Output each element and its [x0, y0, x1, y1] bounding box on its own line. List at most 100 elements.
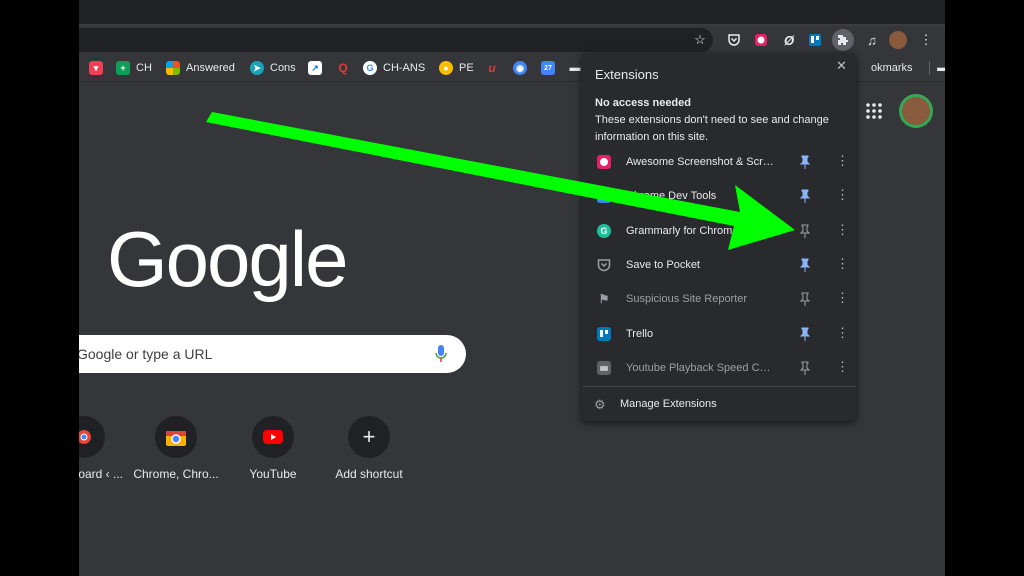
trello-toolbar-icon[interactable]: [806, 31, 824, 49]
bookmark-item[interactable]: ◉: [513, 60, 533, 76]
extension-row[interactable]: Youtube Playback Speed Con... ⋮: [582, 351, 856, 385]
more-options-icon[interactable]: ⋮: [836, 360, 849, 374]
shortcut-label: Add shortcut: [335, 467, 403, 481]
pin-icon[interactable]: [800, 155, 810, 169]
more-options-icon[interactable]: ⋮: [836, 223, 849, 237]
bookmark-item[interactable]: ↗: [308, 60, 328, 76]
more-options-icon[interactable]: ⋮: [836, 257, 849, 271]
grammarly-icon: G: [597, 224, 611, 238]
shortcut-tile[interactable]: YouTube: [228, 416, 318, 481]
manage-extensions-row[interactable]: ⚙ Manage Extensions: [582, 387, 856, 421]
search-box[interactable]: Google or type a URL: [79, 335, 466, 373]
more-options-icon[interactable]: ⋮: [836, 291, 849, 305]
bookmark-item[interactable]: Q: [336, 60, 356, 76]
pin-icon[interactable]: [800, 292, 810, 306]
shortcut-label: oard ‹ ...: [79, 467, 123, 481]
more-options-icon[interactable]: ⋮: [836, 154, 849, 168]
popup-title: Extensions: [595, 67, 659, 82]
media-controls-icon[interactable]: ♫: [863, 31, 881, 49]
toolbar: ☆ Ø ♫ ⋮: [79, 26, 945, 54]
gear-icon: ⚙: [594, 397, 606, 412]
pocket-toolbar-icon[interactable]: [725, 31, 743, 49]
devtools-toolbar-icon[interactable]: Ø: [780, 31, 798, 49]
extension-name: Trello: [626, 328, 654, 340]
profile-toolbar-avatar[interactable]: [889, 31, 907, 49]
pin-icon[interactable]: [800, 258, 810, 272]
other-bookmarks[interactable]: okmarks ▬: [871, 60, 945, 76]
menu-kebab-icon[interactable]: ⋮: [917, 31, 935, 49]
extension-name: Suspicious Site Reporter: [626, 293, 748, 305]
calendar-icon: 27: [541, 61, 555, 75]
chrome-icon: ◉: [513, 61, 527, 75]
extension-row[interactable]: Awesome Screenshot & Scre... ⋮: [582, 145, 856, 179]
access-heading: No access needed: [595, 97, 691, 109]
google-icon: G: [363, 61, 377, 75]
extension-name: Awesome Screenshot & Scre...: [626, 156, 776, 168]
awesome-screenshot-icon: [597, 155, 611, 169]
shortcut-label: YouTube: [249, 467, 297, 481]
microsoft-icon: [166, 61, 180, 75]
send-icon: ➤: [250, 61, 264, 75]
extension-name: Youtube Playback Speed Con...: [626, 362, 776, 374]
trello-icon: [597, 327, 611, 341]
bookmark-item[interactable]: ● PE: [439, 60, 474, 76]
pin-icon[interactable]: [800, 224, 810, 238]
awesome-screenshot-toolbar-icon[interactable]: [752, 31, 770, 49]
bookmark-item[interactable]: G CH-ANS: [363, 60, 425, 76]
microphone-icon[interactable]: [435, 345, 447, 363]
pocket-icon: [597, 258, 611, 272]
bookmark-item[interactable]: u: [485, 60, 505, 76]
address-bar[interactable]: [79, 28, 713, 52]
extension-row[interactable]: Save to Pocket ⋮: [582, 248, 856, 282]
bookmark-item[interactable]: Answered: [166, 60, 235, 76]
bookmark-item[interactable]: + CH: [116, 60, 152, 76]
extensions-popup: Extensions ✕ No access needed These exte…: [582, 53, 856, 421]
google-logo: Google: [107, 215, 349, 303]
youtube-icon: [252, 416, 294, 458]
access-description: These extensions don't need to see and c…: [595, 114, 829, 143]
tab-strip: [79, 0, 945, 24]
extension-row[interactable]: ⚑ Suspicious Site Reporter ⋮: [582, 282, 856, 316]
shortcut-label: Chrome, Chro...: [133, 467, 219, 481]
sheets-icon: +: [116, 61, 130, 75]
extension-row[interactable]: G Grammarly for Chrome ⋮: [582, 214, 856, 248]
badge-icon: ●: [439, 61, 453, 75]
bookmark-app-icon: ↗: [308, 61, 322, 75]
extension-name: Save to Pocket: [626, 259, 700, 271]
q-icon: Q: [338, 61, 348, 75]
flag-icon: ⚑: [598, 292, 610, 306]
folder-icon: ▬: [937, 62, 945, 74]
more-options-icon[interactable]: ⋮: [836, 326, 849, 340]
profile-avatar[interactable]: [899, 94, 933, 128]
bookmark-item[interactable]: ▾: [89, 60, 109, 76]
search-input[interactable]: Google or type a URL: [79, 346, 212, 362]
screenshot-frame: ☆ Ø ♫ ⋮ ▾ + CH Answered ➤ Cons ↗ Q G CH-…: [0, 0, 1024, 576]
u-icon: u: [488, 61, 496, 75]
chrome-shortcut-icon: [79, 416, 105, 458]
google-apps-grid-icon[interactable]: [865, 102, 883, 120]
shortcut-tile[interactable]: oard ‹ ...: [79, 416, 129, 481]
bookmarks-divider: [928, 61, 930, 75]
folder-icon: ▬: [569, 62, 581, 74]
more-options-icon[interactable]: ⋮: [836, 188, 849, 202]
pin-icon[interactable]: [800, 327, 810, 341]
bookmark-item[interactable]: ➤ Cons: [250, 60, 296, 76]
extension-row[interactable]: Chrome Dev Tools ⋮: [582, 179, 856, 213]
manage-extensions-label: Manage Extensions: [620, 398, 717, 410]
extension-name: Grammarly for Chrome: [626, 225, 739, 237]
extensions-puzzle-icon[interactable]: [832, 29, 854, 51]
pin-icon[interactable]: [800, 189, 810, 203]
youtube-speed-icon: [597, 361, 611, 375]
devtools-icon: [597, 189, 611, 203]
bookmark-item[interactable]: 27: [541, 60, 561, 76]
add-shortcut-tile[interactable]: + Add shortcut: [324, 416, 414, 481]
pocket-icon: ▾: [89, 61, 103, 75]
star-icon[interactable]: ☆: [691, 31, 709, 49]
close-icon[interactable]: ✕: [836, 58, 847, 74]
shortcut-tile[interactable]: Chrome, Chro...: [131, 416, 221, 481]
chrome-store-icon: [155, 416, 197, 458]
plus-icon: +: [348, 416, 390, 458]
pin-icon[interactable]: [800, 361, 810, 375]
extension-name: Chrome Dev Tools: [626, 190, 717, 202]
extension-row[interactable]: Trello ⋮: [582, 317, 856, 351]
